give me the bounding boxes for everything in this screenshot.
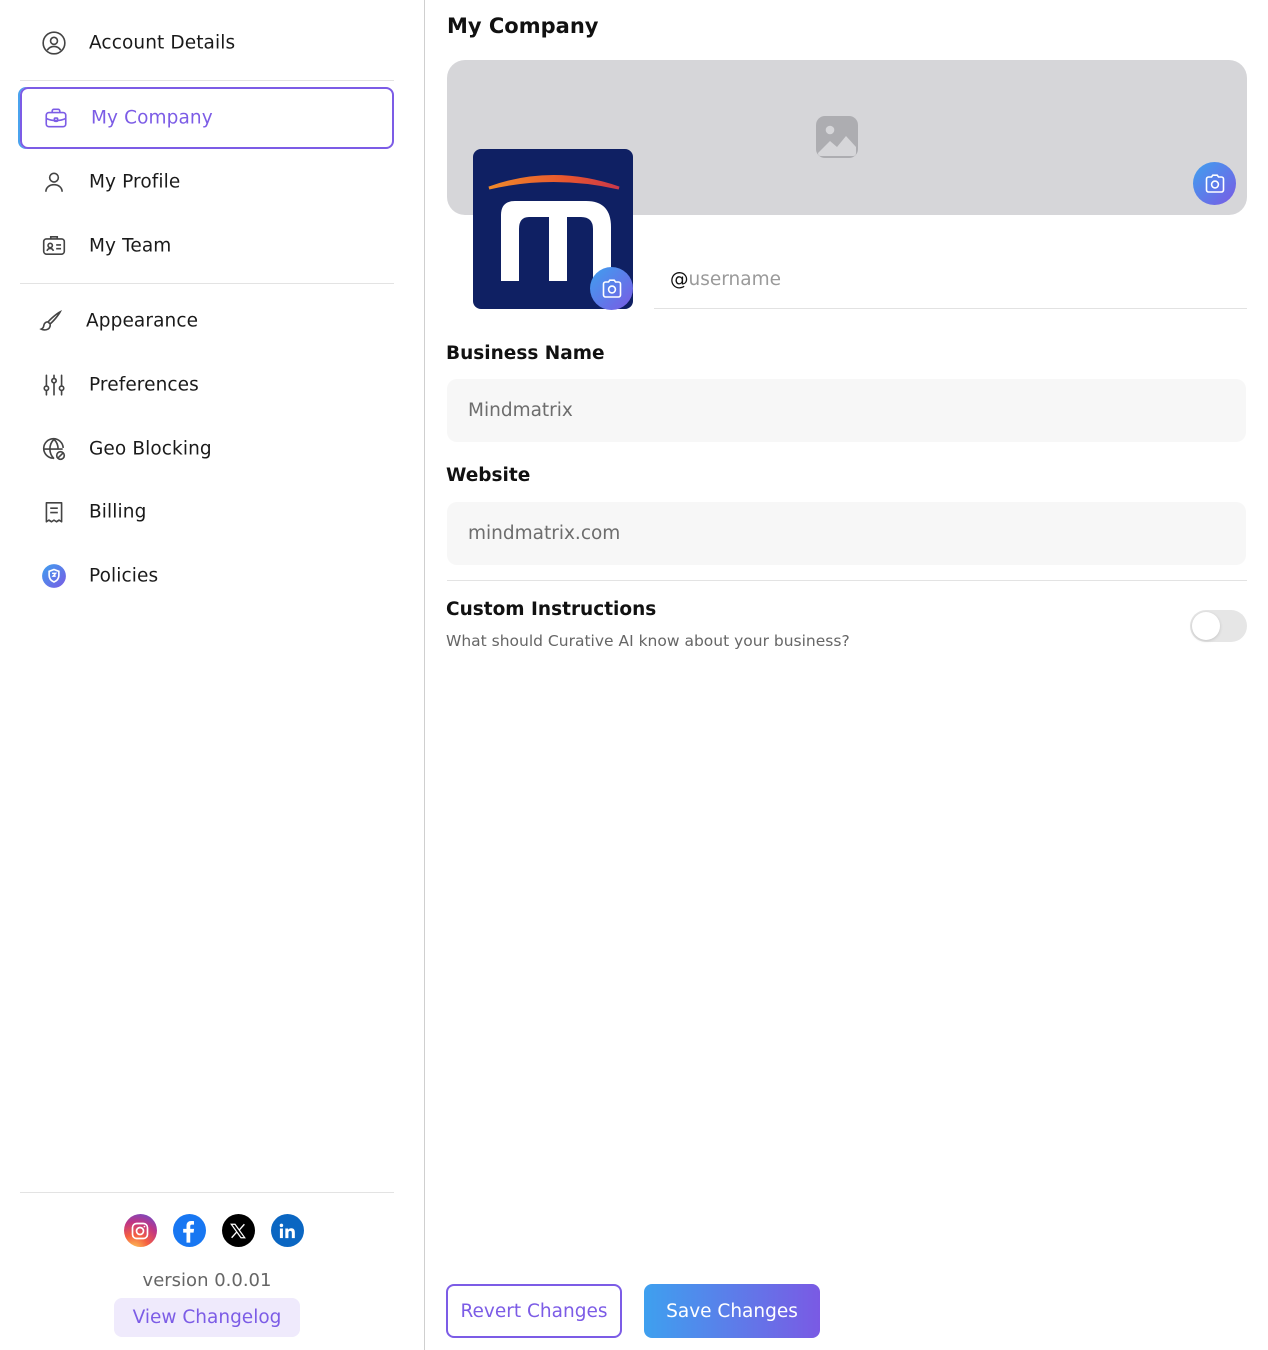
- globe-block-icon: [40, 435, 68, 463]
- linkedin-icon[interactable]: [270, 1214, 304, 1247]
- sidebar: Account Details My Company My Profile My…: [0, 0, 425, 1350]
- revert-changes-button[interactable]: Revert Changes: [446, 1284, 622, 1338]
- social-links: [0, 1214, 425, 1247]
- sidebar-item-account-details[interactable]: Account Details: [20, 12, 394, 74]
- business-name-label: Business Name: [446, 343, 605, 364]
- sidebar-item-label: Preferences: [89, 374, 199, 396]
- receipt-icon: [40, 498, 68, 526]
- facebook-icon[interactable]: [172, 1214, 206, 1247]
- image-placeholder-icon: [816, 116, 858, 158]
- toggle-knob: [1192, 612, 1220, 640]
- sidebar-divider: [20, 80, 394, 81]
- sidebar-item-my-profile[interactable]: My Profile: [20, 151, 394, 213]
- change-logo-button[interactable]: [590, 267, 633, 310]
- save-changes-button[interactable]: Save Changes: [644, 1284, 820, 1338]
- version-text: version 0.0.01: [142, 1270, 272, 1291]
- page-title: My Company: [447, 14, 599, 38]
- sidebar-item-preferences[interactable]: Preferences: [20, 354, 394, 416]
- x-icon[interactable]: [221, 1214, 255, 1247]
- business-name-input[interactable]: Mindmatrix: [447, 379, 1246, 442]
- brush-icon: [37, 307, 65, 335]
- sidebar-item-label: Policies: [89, 565, 159, 587]
- sidebar-divider: [20, 283, 394, 284]
- id-card-icon: [40, 232, 68, 260]
- sidebar-item-policies[interactable]: Policies: [20, 545, 394, 607]
- username-input[interactable]: @ username: [654, 250, 1247, 309]
- custom-instructions-label: Custom Instructions: [446, 599, 657, 620]
- sidebar-item-my-team[interactable]: My Team: [20, 215, 394, 277]
- custom-instructions-description: What should Curative AI know about your …: [446, 632, 850, 650]
- website-label: Website: [446, 465, 531, 486]
- briefcase-icon: [42, 104, 70, 132]
- camera-icon: [1205, 173, 1224, 193]
- change-cover-button[interactable]: [1193, 162, 1236, 205]
- username-prefix: @: [670, 268, 689, 290]
- sidebar-divider: [20, 1192, 394, 1193]
- sidebar-item-label: My Team: [89, 235, 172, 257]
- user-icon: [40, 168, 68, 196]
- sidebar-item-label: Account Details: [89, 32, 236, 54]
- sidebar-item-label: My Profile: [89, 171, 181, 193]
- sidebar-item-appearance[interactable]: Appearance: [20, 290, 394, 352]
- section-divider: [447, 580, 1247, 581]
- sidebar-item-label: My Company: [91, 107, 213, 129]
- sidebar-item-label: Geo Blocking: [89, 438, 212, 460]
- sliders-icon: [40, 371, 68, 399]
- sidebar-item-label: Billing: [89, 501, 147, 523]
- sidebar-item-geo-blocking[interactable]: Geo Blocking: [20, 418, 394, 480]
- view-changelog-button[interactable]: View Changelog: [114, 1298, 300, 1337]
- user-circle-icon: [40, 29, 68, 57]
- username-placeholder: username: [688, 268, 782, 290]
- shield-badge-icon: [40, 562, 68, 590]
- sidebar-item-label: Appearance: [86, 310, 199, 332]
- website-input[interactable]: mindmatrix.com: [447, 502, 1246, 565]
- sidebar-item-my-company[interactable]: My Company: [20, 87, 394, 149]
- instagram-icon[interactable]: [123, 1214, 157, 1247]
- camera-icon: [602, 278, 621, 298]
- custom-instructions-toggle[interactable]: [1190, 610, 1247, 642]
- sidebar-item-billing[interactable]: Billing: [20, 481, 394, 543]
